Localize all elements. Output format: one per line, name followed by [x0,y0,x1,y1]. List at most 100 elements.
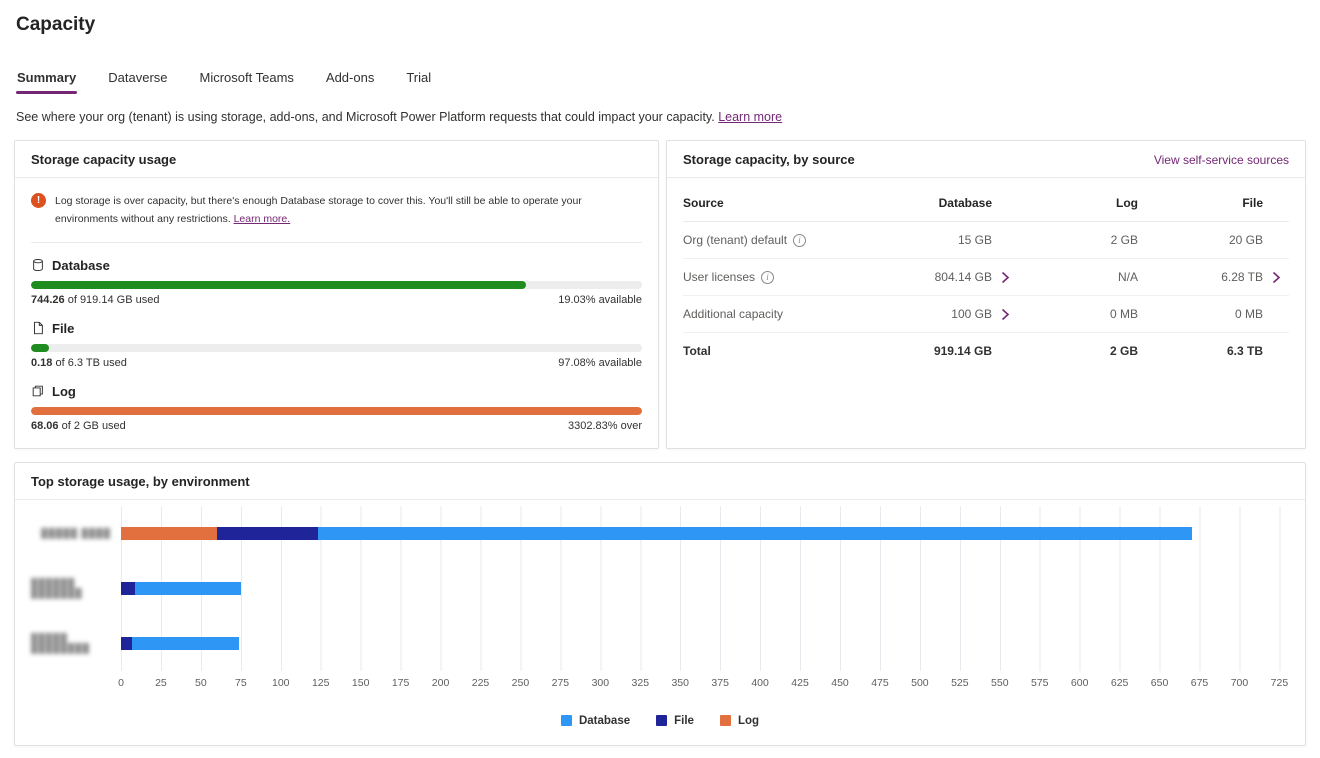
stacked-bar [121,527,1289,540]
x-tick-label: 250 [512,677,530,689]
database-value-cell: 100 GB [852,307,992,321]
database-value-cell: 919.14 GB [852,344,992,358]
warning-icon: ! [31,193,46,208]
database-icon [31,258,45,272]
by-source-table: Source Database Log File Org (tenant) de… [667,178,1305,369]
tab-microsoft-teams[interactable]: Microsoft Teams [199,66,295,94]
top-storage-chart-card: Top storage usage, by environment █████ … [14,462,1306,746]
bar-segment-file [121,582,135,595]
x-tick-label: 500 [911,677,929,689]
storage-by-source-card: Storage capacity, by source View self-se… [666,140,1306,449]
source-cell: Additional capacity [683,307,852,321]
x-tick-label: 475 [871,677,889,689]
x-tick-label: 75 [235,677,247,689]
bar-segment-database [132,637,239,650]
description-text: See where your org (tenant) is using sto… [16,110,718,124]
chevron-right-icon[interactable] [1272,271,1281,284]
legend-item-log: Log [720,715,759,727]
chevron-right-icon[interactable] [1001,308,1010,321]
chart-card-title: Top storage usage, by environment [31,474,250,489]
bar-segment-database [318,527,1192,540]
file-usage-label: File [52,321,74,336]
file-value-cell: 6.28 TB [1138,270,1263,284]
source-label: Total [683,344,711,358]
info-icon[interactable]: i [761,271,774,284]
source-label: Additional capacity [683,307,783,321]
x-tick-label: 700 [1231,677,1249,689]
x-tick-label: 375 [711,677,729,689]
tab-summary[interactable]: Summary [16,66,77,94]
x-tick-label: 175 [392,677,410,689]
bar-segment-log [121,527,217,540]
file-usage-bar-fill [31,344,49,352]
tab-dataverse[interactable]: Dataverse [107,66,168,94]
table-body: Org (tenant) defaulti15 GB2 GB20 GBUser … [683,222,1289,369]
chart-row [121,616,1289,671]
chart-row [121,561,1289,616]
bar-segment-file [217,527,318,540]
bar-segment-file [121,637,132,650]
top-cards-row: Storage capacity usage ! Log storage is … [14,140,1306,449]
file-icon [31,321,45,335]
source-cell: Org (tenant) defaulti [683,233,852,247]
database-usage-bar-fill [31,281,526,289]
x-tick-label: 25 [155,677,167,689]
file-usage-section: File 0.18 of 6.3 TB used 97.08% availabl… [31,321,642,369]
file-value-cell: 6.3 TB [1138,344,1263,358]
capacity-page: Capacity Summary Dataverse Microsoft Teams… [0,0,1320,758]
x-tick-label: 225 [472,677,490,689]
col-header-database: Database [852,196,992,210]
database-available-text: 19.03% available [558,294,642,306]
log-usage-section: Log 68.06 of 2 GB used 3302.83% over [31,384,642,432]
chart-xaxis: 0255075100125150175200225250275300325350… [121,677,1289,697]
tab-trial[interactable]: Trial [405,66,432,94]
learn-more-link[interactable]: Learn more [718,110,782,124]
file-used-text: 0.18 of 6.3 TB used [31,357,127,369]
x-tick-label: 0 [118,677,124,689]
x-tick-label: 625 [1111,677,1129,689]
file-value-cell: 0 MB [1138,307,1263,321]
page-title: Capacity [16,14,1306,36]
stacked-bar [121,637,1289,650]
log-usage-label: Log [52,384,76,399]
tab-add-ons[interactable]: Add-ons [325,66,375,94]
x-tick-label: 400 [751,677,769,689]
x-tick-label: 525 [951,677,969,689]
legend-swatch [656,715,667,726]
x-tick-label: 50 [195,677,207,689]
chart-card-header: Top storage usage, by environment [15,463,1305,500]
log-icon [31,384,45,398]
col-header-file: File [1138,196,1263,210]
page-description: See where your org (tenant) is using sto… [16,110,1306,124]
storage-usage-card: Storage capacity usage ! Log storage is … [14,140,659,449]
bar-segment-database [135,582,240,595]
chart-ylabels: █████ ██████████ ████████████ ████████ [31,506,121,671]
view-self-service-sources-link[interactable]: View self-service sources [1154,153,1289,167]
storage-usage-body: ! Log storage is over capacity, but ther… [15,178,658,448]
log-over-text: 3302.83% over [568,420,642,432]
legend-label: File [674,715,694,727]
warning-learn-more-link[interactable]: Learn more. [234,213,291,225]
chart-plot [121,506,1289,671]
chevron-right-icon[interactable] [1001,271,1010,284]
by-source-title: Storage capacity, by source [683,152,855,167]
chart-body: █████ ██████████ ████████████ ████████ 0… [15,500,1305,745]
database-used-text: 744.26 of 919.14 GB used [31,294,159,306]
chart-legend: DatabaseFileLog [31,715,1289,733]
col-header-log: Log [1018,196,1138,210]
by-source-header: Storage capacity, by source View self-se… [667,141,1305,178]
over-capacity-warning: ! Log storage is over capacity, but ther… [31,178,642,243]
file-value-cell: 20 GB [1138,233,1263,247]
environment-label: █████ ████ [41,528,111,538]
database-value-cell: 804.14 GB [852,270,992,284]
table-header-row: Source Database Log File [683,180,1289,222]
info-icon[interactable]: i [793,234,806,247]
x-tick-label: 350 [671,677,689,689]
log-value-cell: N/A [1018,270,1138,284]
x-tick-label: 325 [632,677,650,689]
x-tick-label: 275 [552,677,570,689]
log-value-cell: 2 GB [1018,233,1138,247]
file-available-text: 97.08% available [558,357,642,369]
x-tick-label: 125 [312,677,330,689]
warning-text: Log storage is over capacity, but there'… [55,192,642,229]
